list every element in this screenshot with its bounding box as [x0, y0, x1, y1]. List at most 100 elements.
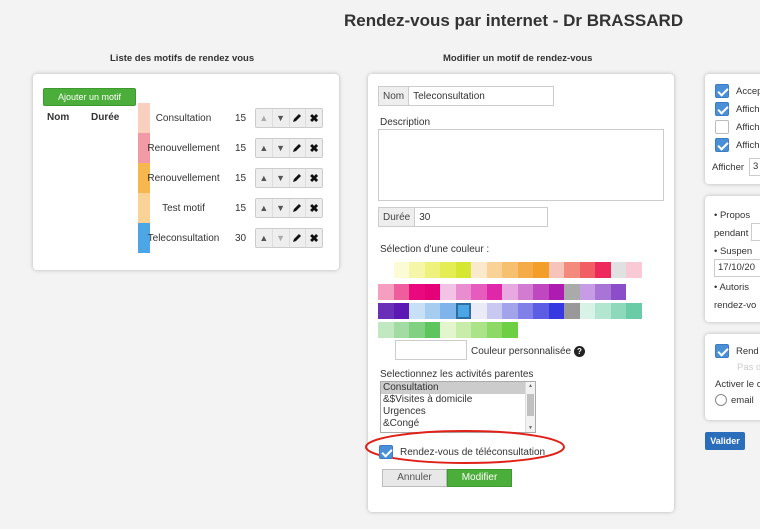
help-icon[interactable]: ?: [574, 346, 585, 357]
color-swatch[interactable]: [409, 284, 425, 300]
parent-option[interactable]: &$Visites à domicile: [381, 394, 535, 406]
color-swatch[interactable]: [548, 303, 564, 319]
color-swatch[interactable]: [579, 303, 595, 319]
rend-checkbox[interactable]: [715, 344, 729, 358]
color-swatch[interactable]: [548, 284, 564, 300]
color-swatch[interactable]: [424, 262, 440, 278]
delete-button[interactable]: ✖: [306, 229, 322, 247]
color-swatch[interactable]: [409, 262, 425, 278]
move-up-button[interactable]: ▲: [256, 109, 273, 127]
color-swatch[interactable]: [610, 262, 626, 278]
color-swatch[interactable]: [471, 303, 487, 319]
move-down-button[interactable]: ▼: [273, 169, 290, 187]
color-swatch[interactable]: [595, 284, 611, 300]
option-checkbox[interactable]: [715, 84, 729, 98]
scroll-thumb[interactable]: [527, 394, 534, 416]
custom-color-input[interactable]: [395, 340, 467, 360]
cancel-button[interactable]: Annuler: [382, 469, 447, 487]
color-swatch[interactable]: [502, 322, 518, 338]
color-swatch[interactable]: [378, 284, 394, 300]
color-swatch[interactable]: [517, 303, 533, 319]
color-swatch[interactable]: [409, 322, 425, 338]
edit-button[interactable]: [290, 169, 307, 187]
move-down-button[interactable]: ▼: [273, 139, 290, 157]
parent-option[interactable]: Consultation: [381, 382, 535, 394]
color-swatch[interactable]: [440, 322, 456, 338]
color-swatch[interactable]: [517, 262, 533, 278]
color-swatch[interactable]: [424, 322, 440, 338]
color-swatch[interactable]: [393, 303, 409, 319]
name-input[interactable]: Teleconsultation: [409, 87, 489, 105]
parents-listbox[interactable]: Consultation &$Visites à domicile Urgences…: [380, 381, 536, 433]
color-swatch[interactable]: [517, 284, 533, 300]
parent-option[interactable]: Urgences: [381, 406, 535, 418]
color-swatch[interactable]: [595, 262, 611, 278]
color-swatch[interactable]: [564, 262, 580, 278]
add-motif-button[interactable]: Ajouter un motif: [43, 88, 136, 106]
color-swatch[interactable]: [626, 262, 642, 278]
color-swatch[interactable]: [486, 303, 502, 319]
color-swatch[interactable]: [502, 262, 518, 278]
color-swatch[interactable]: [378, 303, 394, 319]
move-up-button[interactable]: ▲: [256, 199, 273, 217]
color-swatch[interactable]: [486, 322, 502, 338]
description-textarea[interactable]: [378, 129, 664, 201]
delete-button[interactable]: ✖: [306, 139, 322, 157]
delete-button[interactable]: ✖: [306, 169, 322, 187]
color-swatch[interactable]: [424, 284, 440, 300]
email-radio[interactable]: [715, 394, 727, 406]
edit-button[interactable]: [290, 139, 307, 157]
delete-button[interactable]: ✖: [306, 199, 322, 217]
name-field[interactable]: Nom Teleconsultation: [378, 86, 554, 106]
color-swatch[interactable]: [579, 284, 595, 300]
color-swatch[interactable]: [486, 284, 502, 300]
color-swatch[interactable]: [455, 303, 471, 319]
delete-button[interactable]: ✖: [306, 109, 322, 127]
option-checkbox[interactable]: [715, 138, 729, 152]
color-swatch[interactable]: [610, 284, 626, 300]
color-swatch[interactable]: [393, 262, 409, 278]
color-swatch[interactable]: [455, 284, 471, 300]
color-swatch[interactable]: [564, 284, 580, 300]
color-swatch[interactable]: [502, 303, 518, 319]
move-down-button[interactable]: ▼: [273, 109, 290, 127]
move-down-button[interactable]: ▼: [273, 229, 290, 247]
move-up-button[interactable]: ▲: [256, 229, 273, 247]
edit-button[interactable]: [290, 229, 307, 247]
edit-button[interactable]: [290, 199, 307, 217]
scroll-up-icon[interactable]: ▲: [528, 383, 533, 389]
color-swatch[interactable]: [471, 262, 487, 278]
move-down-button[interactable]: ▼: [273, 199, 290, 217]
color-swatch[interactable]: [378, 322, 394, 338]
duration-input[interactable]: 30: [415, 208, 434, 226]
color-swatch[interactable]: [533, 284, 549, 300]
color-swatch[interactable]: [424, 303, 440, 319]
color-swatch[interactable]: [610, 303, 626, 319]
color-swatch[interactable]: [471, 284, 487, 300]
move-up-button[interactable]: ▲: [256, 169, 273, 187]
color-swatch[interactable]: [626, 303, 642, 319]
color-swatch[interactable]: [409, 303, 425, 319]
edit-button[interactable]: [290, 109, 307, 127]
show-select[interactable]: 3: [749, 158, 760, 176]
color-swatch[interactable]: [502, 284, 518, 300]
teleconsult-checkbox[interactable]: [379, 445, 393, 459]
color-swatch[interactable]: [564, 303, 580, 319]
pendant-input[interactable]: [751, 223, 760, 241]
date-input[interactable]: 17/10/20: [714, 259, 760, 277]
color-swatch[interactable]: [393, 284, 409, 300]
duration-field[interactable]: Durée 30: [378, 207, 548, 227]
color-swatch[interactable]: [579, 262, 595, 278]
color-swatch[interactable]: [378, 262, 394, 278]
save-button[interactable]: Modifier: [447, 469, 512, 487]
parents-scrollbar[interactable]: ▲ ▼: [525, 382, 535, 432]
color-swatch[interactable]: [455, 262, 471, 278]
color-swatch[interactable]: [455, 322, 471, 338]
color-swatch[interactable]: [595, 303, 611, 319]
color-swatch[interactable]: [548, 262, 564, 278]
color-swatch[interactable]: [393, 322, 409, 338]
validate-button[interactable]: Valider: [705, 432, 745, 450]
color-swatch[interactable]: [533, 303, 549, 319]
color-swatch[interactable]: [533, 262, 549, 278]
option-checkbox[interactable]: [715, 102, 729, 116]
